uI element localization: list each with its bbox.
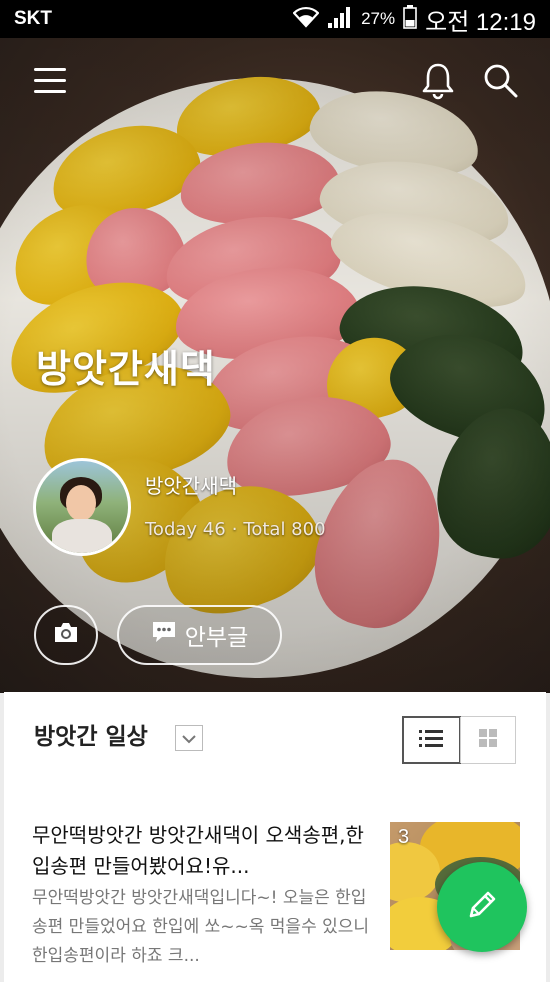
view-toggle [402, 716, 516, 764]
list-view-icon [418, 728, 444, 752]
search-icon[interactable] [478, 58, 522, 102]
blog-title[interactable]: 방앗간새댁 [36, 338, 216, 393]
hamburger-icon[interactable] [28, 60, 72, 104]
battery-percent: 27% [361, 9, 396, 28]
blog-cover: 방앗간새댁 방앗간새댁 Today 46 · Total 800 안부글 [0, 38, 550, 693]
guestbook-button[interactable]: 안부글 [117, 605, 282, 665]
wifi-icon [292, 6, 320, 32]
write-post-button[interactable] [437, 862, 527, 952]
clock: 오전 12:19 [425, 8, 536, 36]
chevron-down-icon [181, 729, 197, 748]
category-dropdown[interactable] [175, 725, 203, 751]
avatar-face [66, 485, 96, 521]
visitor-stats: Today 46 · Total 800 [145, 519, 326, 540]
status-icons: 27% 오전 12:19 [292, 4, 536, 36]
stats-separator: · [231, 519, 238, 540]
post-title[interactable]: 무안떡방앗간 방앗간새댁이 오색송편,한입송편 만들어봤어요!유... [32, 820, 370, 882]
list-view-button[interactable] [402, 716, 461, 764]
image-count: 3 [398, 826, 410, 848]
profile-nickname[interactable]: 방앗간새댁 [145, 470, 237, 499]
total-count: Total 800 [243, 519, 326, 540]
carrier-name: SKT [14, 8, 52, 29]
status-bar: SKT 27% 오전 12:19 [0, 0, 550, 38]
grid-view-button[interactable] [459, 717, 516, 763]
guestbook-label: 안부글 [184, 625, 249, 651]
speech-bubble-icon [151, 620, 177, 650]
pencil-icon [462, 885, 502, 929]
today-count: Today 46 [145, 519, 226, 540]
avatar[interactable] [33, 458, 131, 556]
grid-view-icon [478, 728, 498, 752]
signal-icon [327, 5, 353, 33]
bell-icon[interactable] [416, 58, 460, 102]
category-title[interactable]: 방앗간 일상 [34, 717, 148, 751]
camera-button[interactable] [34, 605, 98, 665]
avatar-shirt [52, 519, 112, 553]
camera-icon [52, 621, 80, 649]
battery-icon [403, 5, 417, 33]
post-excerpt[interactable]: 무안떡방앗간 방앗간새댁입니다~! 오늘은 한입송편 만들었어요 한입에 쏘~~… [32, 884, 370, 971]
